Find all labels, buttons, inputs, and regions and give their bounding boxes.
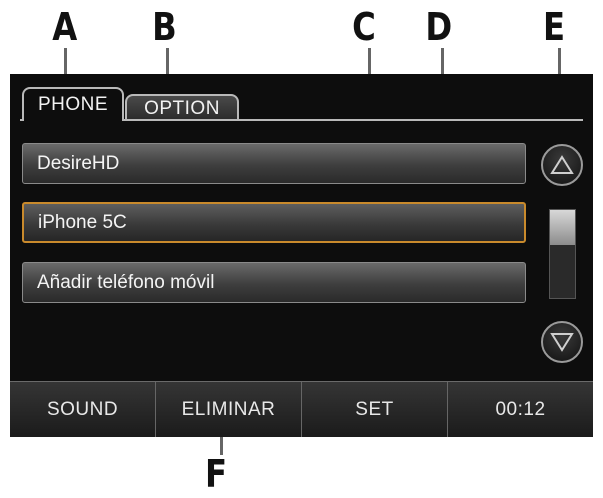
tab-phone[interactable]: PHONE	[22, 87, 124, 121]
eliminar-label: ELIMINAR	[181, 398, 276, 420]
tab-option[interactable]: OPTION	[125, 94, 239, 121]
clock-time: 00:12	[495, 398, 546, 420]
list-item-iphone-5c[interactable]: iPhone 5C	[22, 202, 526, 243]
scroll-up-button[interactable]	[541, 144, 583, 186]
callout-b: B	[152, 5, 177, 49]
triangle-up-icon	[550, 155, 574, 174]
scroll-down-button[interactable]	[541, 321, 583, 363]
callout-c: C	[352, 5, 376, 49]
list-item-desirehd[interactable]: DesireHD	[22, 143, 526, 184]
triangle-down-icon	[550, 333, 574, 352]
list-item-label: iPhone 5C	[38, 211, 127, 233]
list-item-add-phone[interactable]: Añadir teléfono móvil	[22, 262, 526, 303]
callout-e: E	[542, 5, 566, 49]
set-label: SET	[355, 398, 394, 420]
list-item-label: DesireHD	[37, 152, 120, 174]
callout-d: D	[425, 5, 453, 49]
scrollbar-thumb[interactable]	[550, 210, 575, 245]
phone-screen: PHONE OPTION DesireHD iPhone 5C Añadir t…	[10, 74, 593, 437]
callout-a: A	[52, 5, 78, 49]
tab-option-label: OPTION	[144, 97, 220, 119]
sound-label: SOUND	[46, 398, 119, 420]
list-item-label: Añadir teléfono móvil	[37, 271, 215, 293]
scrollbar-track[interactable]	[549, 209, 576, 299]
eliminar-button[interactable]: ELIMINAR	[156, 382, 302, 437]
tab-phone-label: PHONE	[37, 94, 109, 115]
sound-button[interactable]: SOUND	[10, 382, 156, 437]
set-button[interactable]: SET	[302, 382, 448, 437]
callout-f: F	[204, 452, 228, 496]
bottom-bar: SOUND ELIMINAR SET 00:12	[10, 381, 593, 437]
clock-display: 00:12	[448, 382, 593, 437]
